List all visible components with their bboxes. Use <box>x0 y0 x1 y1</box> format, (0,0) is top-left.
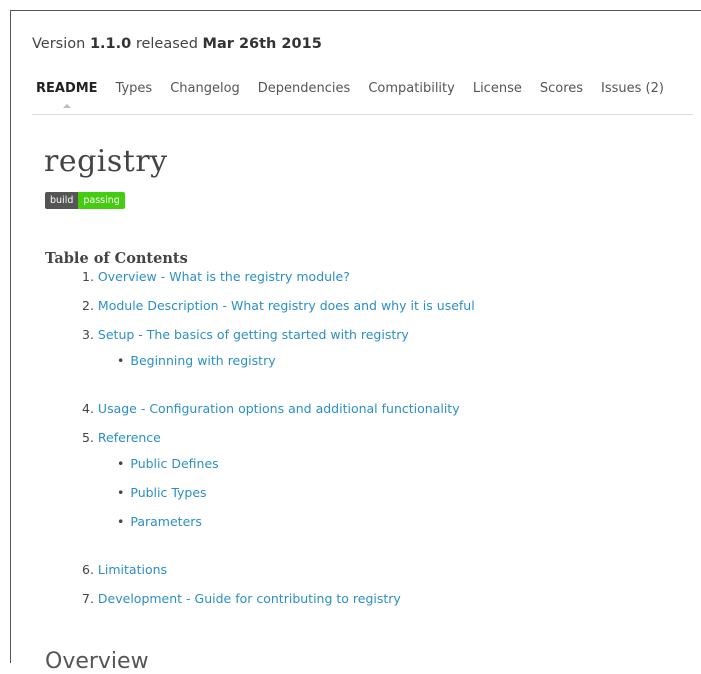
toc-subitem-public-defines: • Public Defines <box>117 456 219 471</box>
toc-link-reference[interactable]: Reference <box>98 430 161 445</box>
toc-number: 1. <box>82 269 94 284</box>
bullet-icon: • <box>117 353 125 368</box>
toc-link-setup[interactable]: Setup - The basics of getting started wi… <box>98 327 409 342</box>
tab-license[interactable]: License <box>473 81 522 96</box>
tab-scores[interactable]: Scores <box>540 81 583 96</box>
toc-number: 5. <box>82 430 94 445</box>
toc-item-module-description: 2. Module Description - What registry do… <box>82 298 475 313</box>
toc-number: 6. <box>82 562 94 577</box>
toc-subitem-public-types: • Public Types <box>117 485 207 500</box>
section-heading-overview: Overview <box>45 649 149 674</box>
toc-subitem-beginning: • Beginning with registry <box>117 353 276 368</box>
toc-item-development: 7. Development - Guide for contributing … <box>82 591 401 606</box>
tab-compatibility[interactable]: Compatibility <box>368 81 455 96</box>
toc-link-usage[interactable]: Usage - Configuration options and additi… <box>98 401 460 416</box>
tab-dependencies[interactable]: Dependencies <box>258 81 351 96</box>
version-prefix: Version <box>32 36 86 52</box>
tab-bar: README Types Changelog Dependencies Compatib… <box>36 81 682 108</box>
page-title: registry <box>44 144 168 179</box>
tab-issues[interactable]: Issues (2) <box>601 81 664 96</box>
toc-number: 4. <box>82 401 94 416</box>
toc-link-parameters[interactable]: Parameters <box>130 514 202 529</box>
toc-link-beginning-with-registry[interactable]: Beginning with registry <box>130 353 275 368</box>
toc-subitem-parameters: • Parameters <box>117 514 202 529</box>
toc-link-development[interactable]: Development - Guide for contributing to … <box>98 591 401 606</box>
toc-link-public-types[interactable]: Public Types <box>130 485 206 500</box>
build-status-badge[interactable]: build passing <box>45 192 125 209</box>
version-line: Version 1.1.0 released Mar 26th 2015 <box>32 36 322 52</box>
tab-types[interactable]: Types <box>116 81 153 96</box>
toc-item-overview: 1. Overview - What is the registry modul… <box>82 269 350 284</box>
toc-item-limitations: 6. Limitations <box>82 562 167 577</box>
toc-link-overview[interactable]: Overview - What is the registry module? <box>98 269 350 284</box>
toc-link-limitations[interactable]: Limitations <box>98 562 167 577</box>
toc-heading: Table of Contents <box>45 250 188 267</box>
bullet-icon: • <box>117 514 125 529</box>
bullet-icon: • <box>117 485 125 500</box>
badge-label: build <box>45 192 79 209</box>
tab-readme[interactable]: README <box>36 81 98 108</box>
toc-link-module-description[interactable]: Module Description - What registry does … <box>98 298 475 313</box>
version-released-label: released <box>135 36 198 52</box>
toc-link-public-defines[interactable]: Public Defines <box>130 456 218 471</box>
tab-changelog[interactable]: Changelog <box>170 81 240 96</box>
readme-panel: Version 1.1.0 released Mar 26th 2015 REA… <box>10 10 701 674</box>
toc-number: 7. <box>82 591 94 606</box>
tab-divider <box>32 114 693 115</box>
toc-number: 2. <box>82 298 94 313</box>
version-number: 1.1.0 <box>89 36 132 52</box>
toc-item-setup: 3. Setup - The basics of getting started… <box>82 327 409 342</box>
bullet-icon: • <box>117 456 125 471</box>
toc-number: 3. <box>82 327 94 342</box>
toc-item-usage: 4. Usage - Configuration options and add… <box>82 401 460 416</box>
toc-item-reference: 5. Reference <box>82 430 161 445</box>
release-date: Mar 26th 2015 <box>202 36 322 52</box>
badge-status: passing <box>78 192 125 209</box>
